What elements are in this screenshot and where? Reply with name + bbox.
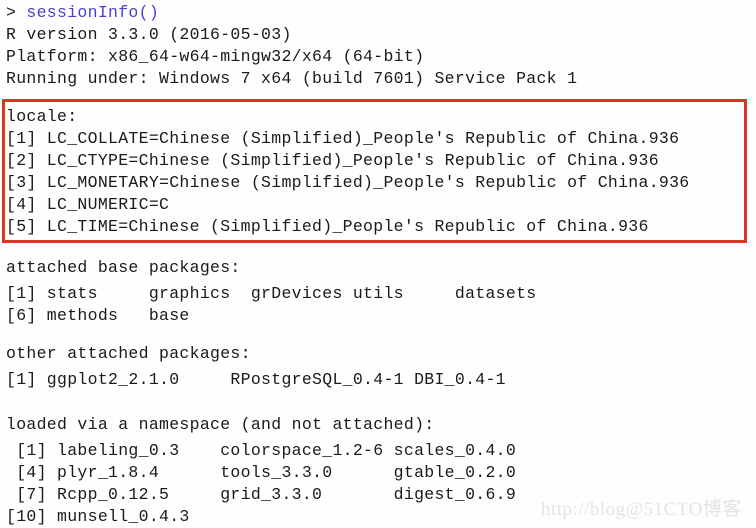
output-line-namespace-1: [1] labeling_0.3 colorspace_1.2-6 scales… — [6, 441, 517, 460]
watermark-text: http://blog@51CTO博客 — [541, 499, 742, 520]
output-line-lc-numeric: [4] LC_NUMERIC=C — [6, 195, 170, 214]
prompt-symbol: > — [6, 3, 27, 22]
output-line-base-packages-header: attached base packages: — [6, 258, 241, 277]
output-line-lc-time: [5] LC_TIME=Chinese (Simplified)_People'… — [6, 217, 649, 236]
output-line-r-version: R version 3.3.0 (2016-05-03) — [6, 25, 292, 44]
output-line-namespace-4: [10] munsell_0.4.3 — [6, 507, 190, 526]
r-console-output[interactable]: > sessionInfo() R version 3.3.0 (2016-05… — [0, 0, 756, 527]
output-line-namespace-2: [4] plyr_1.8.4 tools_3.3.0 gtable_0.2.0 — [6, 463, 517, 482]
output-line-base-packages-1: [1] stats graphics grDevices utils datas… — [6, 284, 537, 303]
console-prompt-line: > sessionInfo() — [6, 2, 159, 24]
output-line-namespace-3: [7] Rcpp_0.12.5 grid_3.3.0 digest_0.6.9 — [6, 485, 517, 504]
output-line-other-packages-1: [1] ggplot2_2.1.0 RPostgreSQL_0.4-1 DBI_… — [6, 370, 506, 389]
output-line-base-packages-2: [6] methods base — [6, 306, 190, 325]
output-line-running-under: Running under: Windows 7 x64 (build 7601… — [6, 69, 578, 88]
output-line-lc-ctype: [2] LC_CTYPE=Chinese (Simplified)_People… — [6, 151, 659, 170]
console-command-text: sessionInfo() — [26, 3, 160, 22]
output-line-locale-header: locale: — [6, 107, 78, 126]
output-line-platform: Platform: x86_64-w64-mingw32/x64 (64-bit… — [6, 47, 425, 66]
output-line-namespace-header: loaded via a namespace (and not attached… — [6, 415, 435, 434]
output-line-lc-monetary: [3] LC_MONETARY=Chinese (Simplified)_Peo… — [6, 173, 690, 192]
output-line-other-packages-header: other attached packages: — [6, 344, 251, 363]
output-line-lc-collate: [1] LC_COLLATE=Chinese (Simplified)_Peop… — [6, 129, 680, 148]
